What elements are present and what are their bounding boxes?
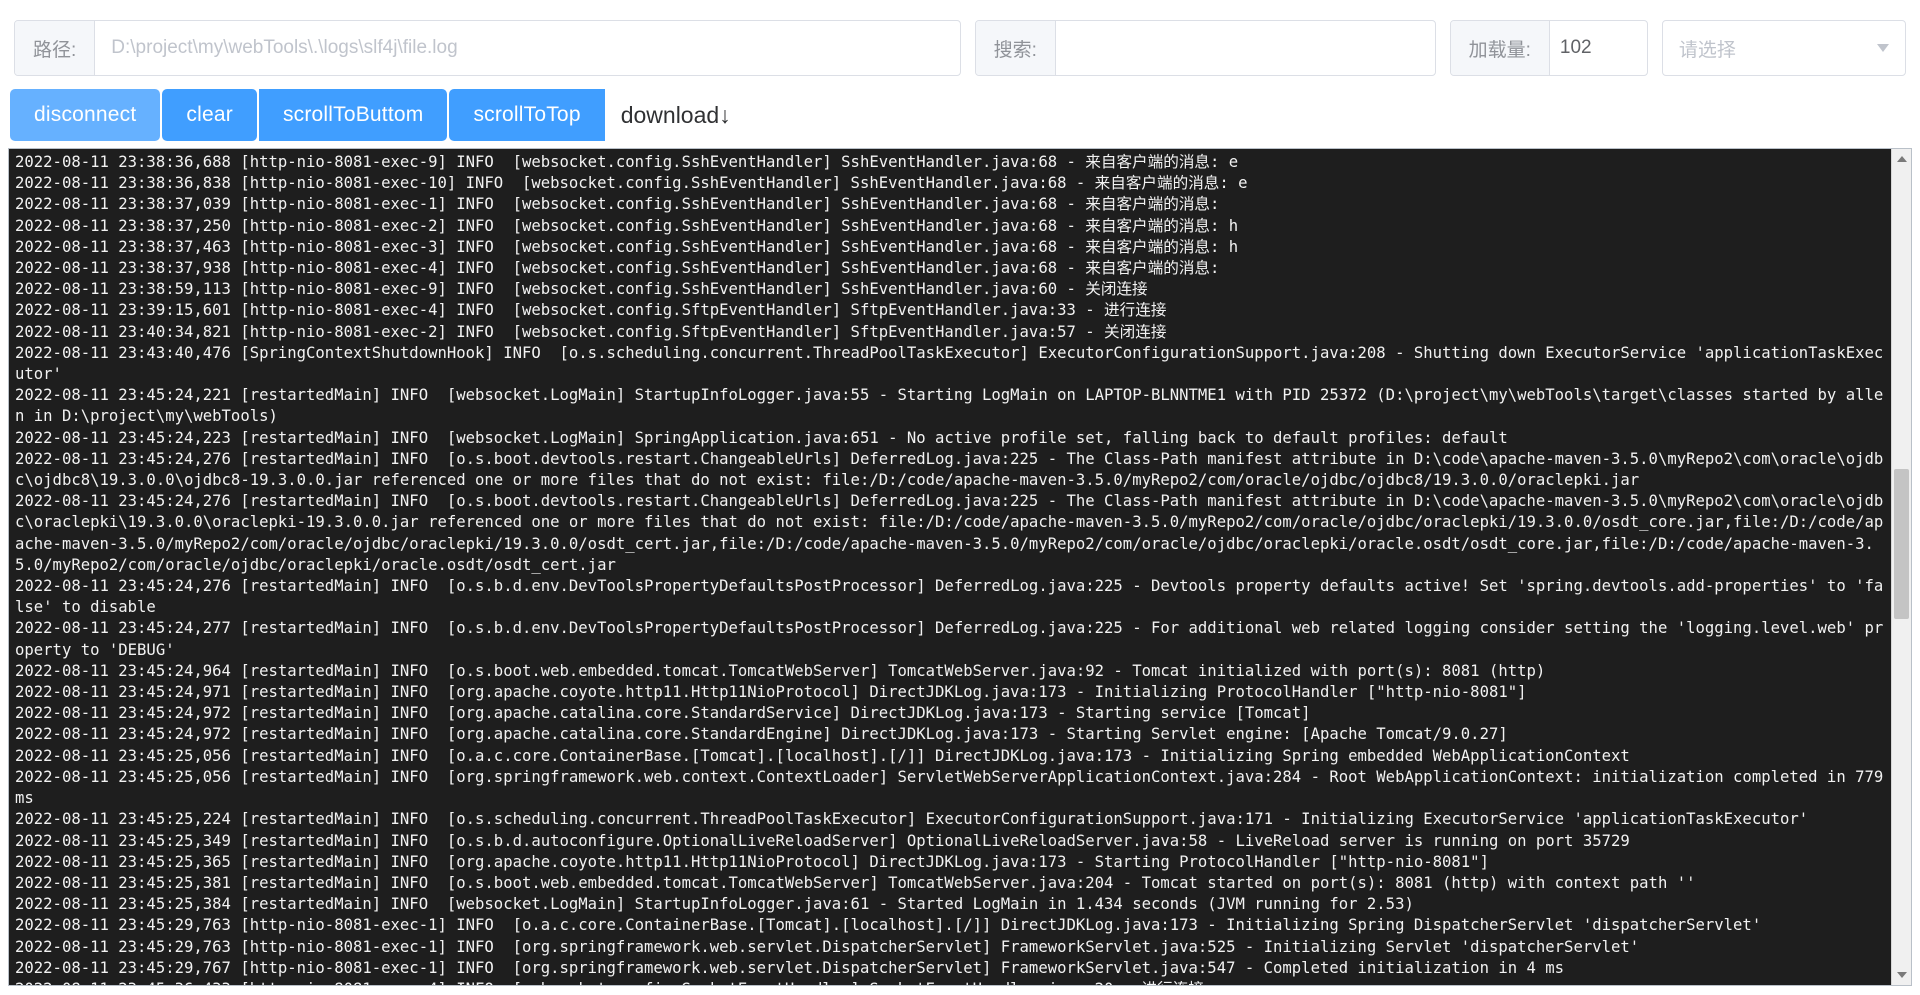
log-line: 2022-08-11 23:45:29,763 [http-nio-8081-e…	[15, 916, 1762, 935]
scroll-to-bottom-button[interactable]: scrollToButtom	[258, 89, 448, 141]
log-line: 2022-08-11 23:45:24,276 [restartedMain] …	[15, 492, 1884, 574]
log-line: 2022-08-11 23:45:29,767 [http-nio-8081-e…	[15, 958, 1565, 977]
log-line: 2022-08-11 23:45:24,971 [restartedMain] …	[15, 683, 1527, 702]
log-line: 2022-08-11 23:45:24,277 [restartedMain] …	[15, 619, 1884, 659]
clear-button[interactable]: clear	[162, 89, 257, 141]
log-line: 2022-08-11 23:45:36,433 [http-nio-8081-e…	[15, 979, 1885, 985]
scrollbar-thumb[interactable]	[1894, 469, 1909, 619]
search-field-group[interactable]: 搜索:	[974, 20, 1436, 76]
scroll-down-button[interactable]	[1892, 965, 1911, 985]
log-output[interactable]: 2022-08-11 23:38:36,688 [http-nio-8081-e…	[9, 149, 1891, 985]
log-line: 2022-08-11 23:43:40,476 [SpringContextSh…	[15, 343, 1884, 384]
chevron-down-icon	[1877, 44, 1889, 52]
search-label: 搜索:	[975, 21, 1056, 75]
log-line: 2022-08-11 23:38:37,039 [http-nio-8081-e…	[15, 195, 1220, 214]
log-line: 2022-08-11 23:38:37,250 [http-nio-8081-e…	[15, 216, 1239, 235]
load-amount-input[interactable]	[1549, 21, 1620, 75]
disconnect-button[interactable]: disconnect	[10, 89, 161, 141]
log-line: 2022-08-11 23:45:24,221 [restartedMain] …	[15, 386, 1884, 426]
encoding-select[interactable]: 请选择	[1661, 20, 1906, 76]
log-line: 2022-08-11 23:39:15,601 [http-nio-8081-e…	[15, 301, 1167, 320]
scroll-up-button[interactable]	[1892, 149, 1911, 169]
log-line: 2022-08-11 23:45:24,276 [restartedMain] …	[15, 449, 1884, 490]
log-line: 2022-08-11 23:40:34,821 [http-nio-8081-e…	[15, 322, 1167, 341]
log-line: 2022-08-11 23:38:37,938 [http-nio-8081-e…	[15, 259, 1220, 278]
action-button-row: disconnect clear scrollToButtom scrollTo…	[0, 86, 1920, 144]
encoding-select-value: 请选择	[1678, 39, 1736, 61]
log-line: 2022-08-11 23:45:25,365 [restartedMain] …	[15, 852, 1489, 871]
log-line: 2022-08-11 23:45:24,972 [restartedMain] …	[15, 725, 1508, 744]
log-line: 2022-08-11 23:45:24,223 [restartedMain] …	[15, 428, 1508, 447]
log-line: 2022-08-11 23:38:37,463 [http-nio-8081-e…	[15, 237, 1239, 256]
log-line: 2022-08-11 23:45:25,384 [restartedMain] …	[15, 895, 1414, 914]
log-line: 2022-08-11 23:45:25,224 [restartedMain] …	[15, 810, 1809, 829]
path-label: 路径:	[15, 21, 96, 75]
log-line: 2022-08-11 23:45:25,381 [restartedMain] …	[15, 873, 1696, 892]
top-toolbar: 路径: 搜索: 加载量: 请选择	[0, 0, 1920, 86]
search-input[interactable]	[1055, 21, 1435, 75]
load-amount-label: 加载量:	[1450, 21, 1550, 75]
log-line: 2022-08-11 23:45:24,964 [restartedMain] …	[15, 661, 1546, 680]
triangle-down-icon	[1896, 972, 1907, 978]
path-input[interactable]	[95, 21, 960, 75]
triangle-up-icon	[1896, 156, 1907, 162]
log-line: 2022-08-11 23:45:29,763 [http-nio-8081-e…	[15, 937, 1640, 956]
load-amount-field-group[interactable]: 加载量:	[1449, 20, 1648, 76]
log-line: 2022-08-11 23:45:25,349 [restartedMain] …	[15, 831, 1630, 850]
log-line: 2022-08-11 23:38:36,838 [http-nio-8081-e…	[15, 174, 1248, 193]
log-line: 2022-08-11 23:45:25,056 [restartedMain] …	[15, 746, 1630, 765]
log-line: 2022-08-11 23:45:24,972 [restartedMain] …	[15, 704, 1311, 723]
vertical-scrollbar[interactable]	[1891, 149, 1911, 985]
download-link[interactable]: download↓	[621, 102, 731, 129]
log-line: 2022-08-11 23:45:24,276 [restartedMain] …	[15, 577, 1884, 617]
scroll-to-top-button[interactable]: scrollToTop	[449, 89, 605, 141]
log-console-panel: 2022-08-11 23:38:36,688 [http-nio-8081-e…	[8, 148, 1912, 986]
log-line: 2022-08-11 23:45:25,056 [restartedMain] …	[15, 767, 1884, 808]
log-line: 2022-08-11 23:38:59,113 [http-nio-8081-e…	[15, 280, 1148, 299]
path-field-group[interactable]: 路径:	[14, 20, 961, 76]
bottom-strip	[0, 986, 1920, 995]
log-line: 2022-08-11 23:38:36,688 [http-nio-8081-e…	[15, 153, 1239, 171]
